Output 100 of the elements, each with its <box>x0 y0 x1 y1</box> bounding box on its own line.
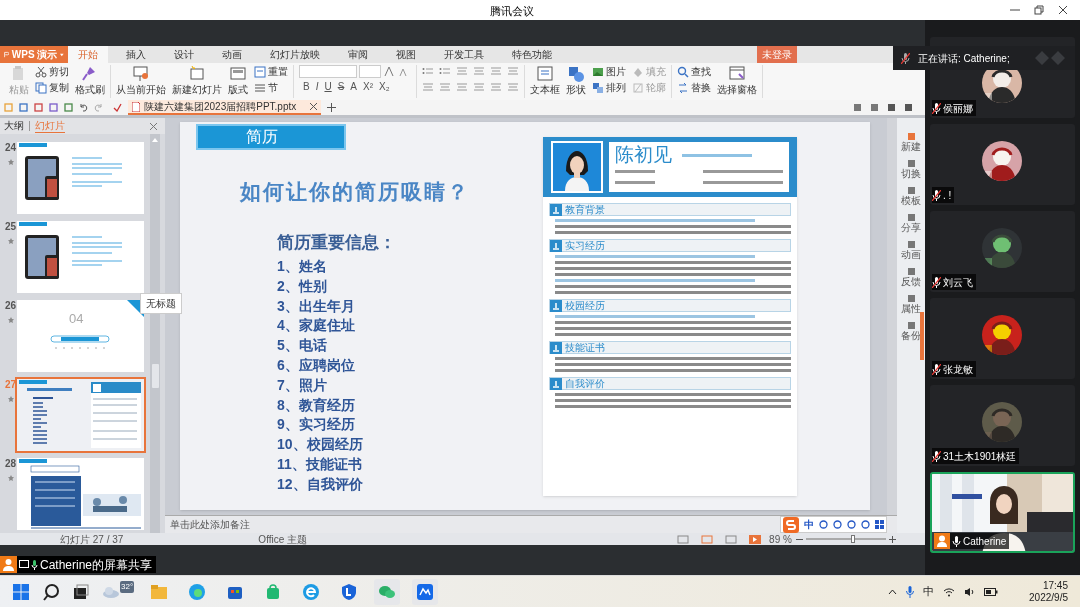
ribbon-tab[interactable]: 幻灯片放映 <box>260 46 330 63</box>
replace-icon <box>677 82 689 94</box>
slide-number: 26 <box>4 300 17 311</box>
view-icon[interactable] <box>701 534 714 544</box>
ribbon-tab[interactable]: 设计 <box>164 46 204 63</box>
slider-thumb[interactable] <box>851 535 856 543</box>
ribbon-button[interactable]: 新建幻灯片 <box>172 65 222 95</box>
ribbon-button[interactable]: 查找 <box>677 66 711 78</box>
undo-icon[interactable] <box>79 103 88 112</box>
notes-placeholder[interactable]: 单击此处添加备注 <box>170 517 250 532</box>
slide-thumbnail[interactable] <box>17 458 144 530</box>
battery-icon[interactable] <box>984 587 999 596</box>
format-button[interactable]: A <box>350 81 358 93</box>
plus-icon[interactable] <box>327 103 337 112</box>
ribbon-button[interactable]: 剪切 <box>35 66 69 78</box>
scroll-thumb[interactable] <box>151 364 159 388</box>
list-item: 7、照片 <box>277 375 328 395</box>
close-icon[interactable] <box>310 103 318 110</box>
side-tool-button[interactable]: 新建 <box>901 132 921 153</box>
ribbon-tab[interactable]: 插入 <box>116 46 156 63</box>
list-item: 10、校园经历 <box>277 435 364 455</box>
ribbon-button[interactable]: 重置 <box>254 66 288 78</box>
plus-icon[interactable] <box>888 535 896 543</box>
reset-icon <box>254 66 266 78</box>
side-tool-button[interactable]: 反馈 <box>901 267 921 288</box>
format-button[interactable]: U <box>324 81 332 93</box>
ribbon-button[interactable]: 从当前开始 <box>116 65 166 95</box>
ime-mode[interactable]: 中 <box>804 517 814 532</box>
taskbar-app[interactable] <box>412 578 439 605</box>
bullet-list-icon[interactable] <box>422 67 434 77</box>
slide-header: 简历 <box>196 124 346 150</box>
slide-thumbnail[interactable] <box>17 142 144 214</box>
ribbon-button[interactable]: 节 <box>254 82 288 94</box>
ime-toolbar[interactable]: 中 <box>780 516 887 533</box>
tool-icon <box>906 267 916 276</box>
font-size-field[interactable] <box>359 65 381 78</box>
play-icon[interactable] <box>749 534 762 544</box>
side-tool-button[interactable]: 切换 <box>901 159 921 180</box>
section-icon <box>550 239 562 252</box>
ribbon-tab[interactable]: 开发工具 <box>434 46 494 63</box>
grid-icon[interactable] <box>875 520 884 529</box>
format-button[interactable]: S <box>337 81 345 93</box>
ribbon-button[interactable]: 复制 <box>35 82 69 94</box>
format-button[interactable]: I <box>315 81 319 93</box>
ribbon-button[interactable]: 图片 <box>592 66 626 78</box>
ribbon-tab[interactable]: 开始 <box>68 46 108 63</box>
chevron-up-icon[interactable] <box>888 588 898 595</box>
app-logo-icon <box>4 50 9 59</box>
ribbon-button[interactable]: 版式 <box>228 65 248 95</box>
list-item: 1、姓名 <box>277 257 328 276</box>
ribbon-tab[interactable]: 动画 <box>212 46 252 63</box>
ribbon-button[interactable]: 格式刷 <box>75 65 105 95</box>
panel-toggle[interactable] <box>920 312 924 360</box>
tool-icon <box>906 159 916 168</box>
side-tool-button[interactable]: 属性 <box>901 294 921 315</box>
slide-title: 如何让你的简历吸睛？ <box>240 179 471 205</box>
ribbon-button[interactable]: 替换 <box>677 82 711 94</box>
redo-icon[interactable] <box>94 103 103 112</box>
search-icon[interactable] <box>42 582 60 601</box>
ribbon-button[interactable]: 形状 <box>566 65 586 95</box>
slide-thumbnail[interactable] <box>17 379 144 451</box>
ribbon-button[interactable]: 选择窗格 <box>717 65 757 95</box>
weather-widget[interactable]: 32° <box>102 584 135 599</box>
ribbon-tab[interactable]: 审阅 <box>338 46 378 63</box>
format-button[interactable]: X₂ <box>379 81 390 93</box>
wifi-icon[interactable] <box>943 586 956 597</box>
task-view-icon[interactable] <box>72 582 90 601</box>
document-tab[interactable]: 陕建六建集团2023届招聘PPT.pptx <box>128 100 322 115</box>
restore-icon[interactable] <box>1034 5 1044 15</box>
start-icon[interactable] <box>12 582 30 601</box>
format-button[interactable]: B <box>303 81 310 93</box>
ribbon-tab[interactable]: 视图 <box>386 46 426 63</box>
browser-icon <box>188 582 207 601</box>
speaker-icon[interactable] <box>964 586 976 597</box>
side-tool-button[interactable]: 模板 <box>901 186 921 207</box>
screen-share-icon <box>19 560 29 569</box>
close-icon[interactable] <box>1058 5 1068 15</box>
side-tool-button[interactable]: 备份 <box>901 321 921 342</box>
ribbon-tab[interactable]: 特色功能 <box>502 46 562 63</box>
taskbar-app[interactable] <box>374 578 401 605</box>
side-tool-button[interactable]: 动画 <box>901 240 921 261</box>
ribbon-button[interactable]: 排列 <box>592 82 626 94</box>
panel-tab[interactable]: 大纲 <box>4 120 24 132</box>
browser-icon <box>302 582 321 601</box>
view-icon[interactable] <box>725 534 738 544</box>
view-icon[interactable] <box>677 534 690 544</box>
slide-thumbnail[interactable] <box>17 221 144 293</box>
bullet-list-icon[interactable] <box>439 67 451 77</box>
side-tool-button[interactable]: 分享 <box>901 213 921 234</box>
clock-time[interactable]: 17:45 <box>1042 579 1068 592</box>
pin-icon[interactable] <box>113 103 122 112</box>
font-name-field[interactable] <box>299 65 357 78</box>
section-icon <box>550 203 562 216</box>
clock-date[interactable]: 2022/9/5 <box>1029 591 1068 604</box>
ribbon-button[interactable]: 文本框 <box>530 65 560 95</box>
scrollbar[interactable] <box>887 118 897 515</box>
format-button[interactable]: X² <box>363 81 374 93</box>
input-method-indicator[interactable]: 中 <box>923 583 935 600</box>
temperature-badge: 32° <box>120 580 135 593</box>
grow-font-icon[interactable] <box>383 65 395 77</box>
